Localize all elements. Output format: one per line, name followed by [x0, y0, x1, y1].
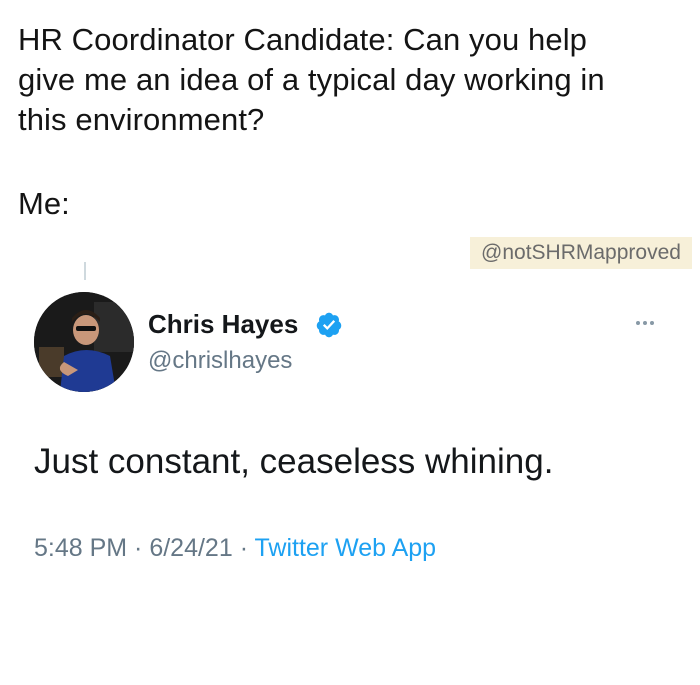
meta-separator: ·: [232, 534, 255, 562]
caption-line-3: this environment?: [18, 102, 265, 137]
caption-line-2: give me an idea of a typical day working…: [18, 62, 605, 97]
me-label: Me:: [18, 186, 70, 221]
author-handle[interactable]: @chrislhayes: [148, 345, 292, 377]
meta-separator: ·: [127, 534, 150, 562]
more-options-icon[interactable]: [636, 312, 666, 328]
tweet-source-link[interactable]: Twitter Web App: [255, 534, 437, 562]
tweet-date[interactable]: 6/24/21: [149, 534, 232, 562]
caption-line-1: HR Coordinator Candidate: Can you help: [18, 22, 588, 57]
watermark: @notSHRMapproved: [470, 237, 692, 269]
author-name[interactable]: Chris Hayes: [148, 307, 298, 341]
meme-caption: HR Coordinator Candidate: Can you help g…: [18, 20, 678, 140]
thread-line: [84, 262, 86, 280]
avatar-photo: [34, 292, 134, 392]
verified-badge-icon: [316, 312, 342, 338]
tweet-meta: 5:48 PM · 6/24/21 · Twitter Web App: [34, 532, 436, 564]
avatar[interactable]: [34, 292, 134, 392]
tweet-time[interactable]: 5:48 PM: [34, 534, 127, 562]
tweet-text: Just constant, ceaseless whining.: [34, 442, 554, 481]
